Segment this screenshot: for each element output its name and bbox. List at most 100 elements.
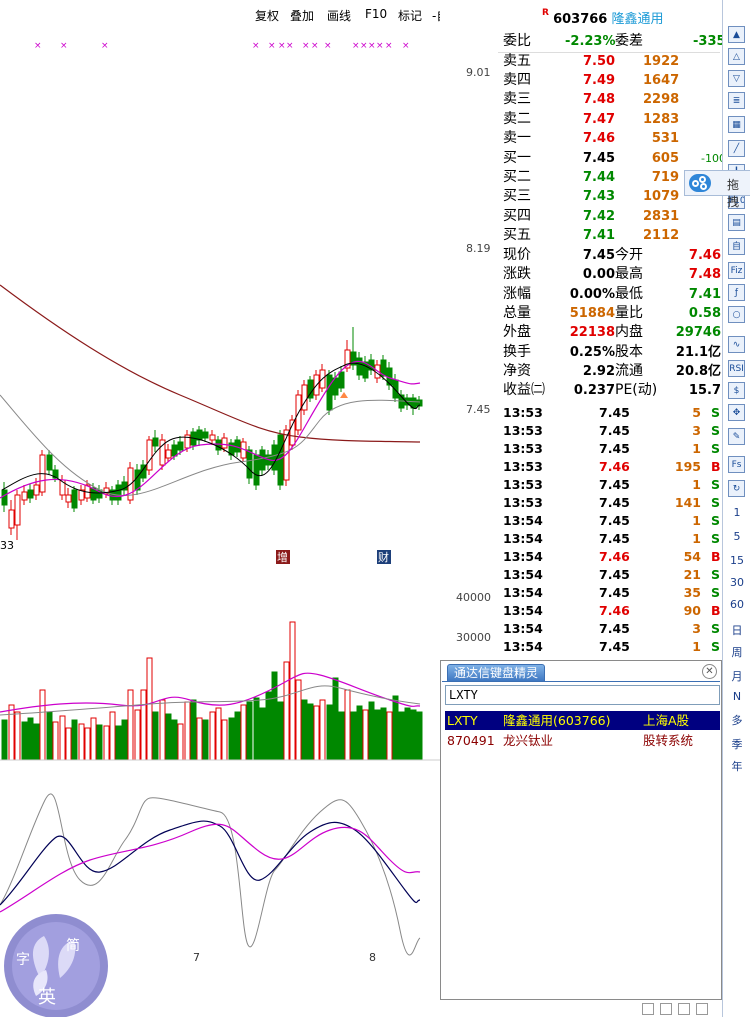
tick-price: 7.45 [599, 495, 630, 510]
tick-volume: 21 [683, 567, 701, 582]
period-button[interactable]: 年 [725, 758, 749, 774]
stat-value: 7.45 [582, 248, 615, 263]
candle-body [246, 449, 253, 479]
stat-value: 7.46 [688, 248, 721, 263]
search-result-row[interactable]: 870491 龙兴钛业 股转系统 [445, 731, 720, 750]
stat-value: 7.48 [688, 267, 721, 283]
menu-item[interactable]: 复权 [255, 7, 279, 24]
kline-chart-svg[interactable]: × × × × × × × × × × × × × × × ×增 财337 8 [0, 0, 440, 1017]
rsi-icon[interactable]: RSI [728, 360, 745, 377]
folder-icon[interactable]: ▤ [728, 214, 745, 231]
tick-side: S [711, 639, 721, 654]
fs-icon[interactable]: Fs [728, 456, 745, 473]
tick-volume: 1 [692, 513, 701, 528]
menu-item[interactable]: 标记 [398, 7, 422, 24]
period-button[interactable]: 30 [725, 576, 749, 589]
weicha-value: -335 [693, 34, 726, 49]
kline-chart-panel[interactable]: ××××××××××××××××增财3378 复权叠加画线F10标记-自选返回 [0, 0, 440, 1017]
volume-bar [27, 717, 34, 761]
candle-body [33, 484, 40, 496]
signal-mark: × [311, 41, 319, 51]
period-button[interactable]: 5 [725, 530, 749, 543]
stat-value: 2.92 [582, 363, 615, 379]
pencil-icon[interactable]: ✎ [728, 428, 745, 445]
down-hollow-arrow-icon[interactable]: ▽ [728, 70, 745, 87]
stat-value: 15.7 [688, 383, 721, 399]
menu-item[interactable]: F10 [365, 7, 387, 21]
ask-volume: 1283 [643, 111, 680, 127]
refresh-icon[interactable]: ↻ [728, 480, 745, 497]
report-icon[interactable]: ≣ [728, 92, 745, 109]
volume-bar [380, 707, 387, 761]
menu-item[interactable]: -自选 [432, 7, 440, 24]
dollar-icon[interactable]: $ [728, 382, 745, 399]
grid-icon[interactable] [660, 1003, 672, 1015]
candle-body [271, 444, 278, 471]
candle-body [202, 431, 209, 439]
formula-icon[interactable]: ƒ [728, 284, 745, 301]
move-icon[interactable]: ✥ [728, 404, 745, 421]
signal-mark: × [302, 41, 310, 51]
volume-bar [127, 689, 134, 761]
menu-item[interactable]: 画线 [327, 7, 351, 24]
ask-price: 7.47 [583, 111, 616, 127]
up-hollow-arrow-icon[interactable]: △ [728, 48, 745, 65]
ask-price: 7.48 [583, 92, 616, 108]
date-label: 33 [0, 539, 14, 552]
keyboard-sprite-input[interactable] [445, 685, 720, 705]
line-chart-icon[interactable]: ╱ [728, 140, 745, 157]
tick-volume: 5 [692, 405, 701, 420]
menu-item[interactable]: 叠加 [290, 7, 314, 24]
signal-icon[interactable] [678, 1003, 690, 1015]
signal-mark: × [268, 41, 276, 51]
stat-label: 涨幅 [503, 285, 531, 302]
info-icon[interactable] [696, 1003, 708, 1015]
period-button[interactable]: 季 [725, 736, 749, 752]
ask-volume: 1922 [643, 54, 680, 69]
fiz-icon[interactable]: Fiz [728, 262, 745, 279]
volume-axis-label: 40000 [456, 591, 491, 604]
volume-bar [109, 711, 116, 761]
stat-value: 0.237 [573, 383, 615, 399]
period-button[interactable]: 15 [725, 554, 749, 567]
volume-bar [1, 719, 8, 761]
close-icon[interactable]: ✕ [702, 664, 717, 679]
volume-bar [59, 715, 66, 761]
result-market: 股转系统 [643, 733, 694, 748]
tick-time: 13:54 [503, 621, 543, 636]
weibi-label: 委比 [503, 33, 531, 49]
grid-icon[interactable]: ▦ [728, 116, 745, 133]
tick-volume: 35 [683, 585, 701, 600]
custom-icon[interactable]: 自 [728, 238, 745, 255]
ma-line-short [0, 360, 421, 499]
period-button[interactable]: 1 [725, 506, 749, 519]
window-icon[interactable] [642, 1003, 654, 1015]
period-button[interactable]: 月 [725, 668, 749, 684]
stat-label: 最高 [615, 266, 643, 283]
period-button[interactable]: 60 [725, 598, 749, 611]
bid-label: 买四 [503, 207, 531, 224]
signal-mark: × [60, 41, 68, 51]
stat-label: 今开 [615, 247, 643, 263]
circle-icon[interactable]: ○ [728, 306, 745, 323]
wave-icon[interactable]: ∿ [728, 336, 745, 353]
bid-price: 7.41 [583, 227, 616, 243]
volume-bar [344, 689, 351, 761]
search-result-row[interactable]: LXTY 隆鑫通用(603766) 上海A股 [445, 711, 720, 730]
tick-volume: 1 [692, 531, 701, 546]
period-button[interactable]: 周 [725, 644, 749, 660]
volume-bar [177, 723, 184, 761]
period-button[interactable]: N [725, 690, 749, 703]
up-arrow-icon[interactable]: ▲ [728, 26, 745, 43]
candle-body [165, 449, 172, 459]
period-button[interactable]: 多 [725, 712, 749, 728]
candle-body [14, 494, 21, 526]
tick-side: S [711, 585, 721, 600]
tick-side: S [711, 621, 721, 636]
volume-bar [277, 701, 284, 761]
drag-tab[interactable]: 拖拽 [684, 170, 750, 209]
period-button[interactable]: 日 [725, 622, 749, 638]
ask-label: 卖二 [503, 110, 531, 127]
signal-mark: × [252, 41, 260, 51]
signal-mark: × [368, 41, 376, 51]
